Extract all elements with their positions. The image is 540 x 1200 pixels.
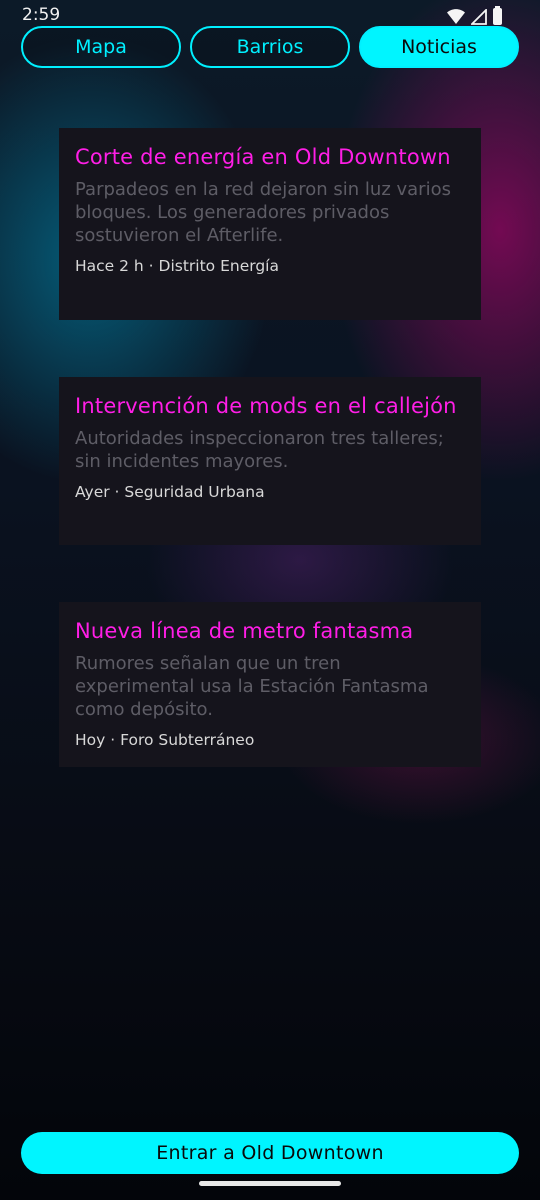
news-title: Nueva línea de metro fantasma — [75, 619, 414, 643]
news-summary: Rumores señalan que un tren experimental… — [75, 653, 429, 720]
tab-mapa[interactable]: Mapa — [21, 26, 181, 68]
news-card[interactable]: Intervención de mods en el callejón Auto… — [59, 377, 481, 545]
tab-noticias[interactable]: Noticias — [359, 26, 519, 68]
news-meta: Hace 2 h · Distrito Energía — [75, 257, 279, 275]
tab-bar: Mapa Barrios Noticias — [21, 26, 519, 68]
signal-icon — [471, 8, 487, 25]
news-card[interactable]: Corte de energía en Old Downtown Parpade… — [59, 128, 481, 320]
news-title: Intervención de mods en el callejón — [75, 394, 457, 418]
news-card[interactable]: Nueva línea de metro fantasma Rumores se… — [59, 602, 481, 767]
enter-old-downtown-button[interactable]: Entrar a Old Downtown — [21, 1132, 519, 1174]
news-meta: Ayer · Seguridad Urbana — [75, 483, 265, 501]
home-indicator[interactable] — [199, 1181, 341, 1186]
tab-barrios[interactable]: Barrios — [190, 26, 350, 68]
news-summary: Parpadeos en la red dejaron sin luz vari… — [75, 179, 451, 246]
battery-icon — [493, 6, 502, 25]
status-icons — [447, 6, 502, 25]
news-meta: Hoy · Foro Subterráneo — [75, 731, 255, 749]
wifi-icon — [447, 9, 465, 24]
status-time: 2:59 — [22, 5, 61, 25]
news-summary: Autoridades inspeccionaron tres talleres… — [75, 428, 444, 472]
news-title: Corte de energía en Old Downtown — [75, 145, 451, 169]
